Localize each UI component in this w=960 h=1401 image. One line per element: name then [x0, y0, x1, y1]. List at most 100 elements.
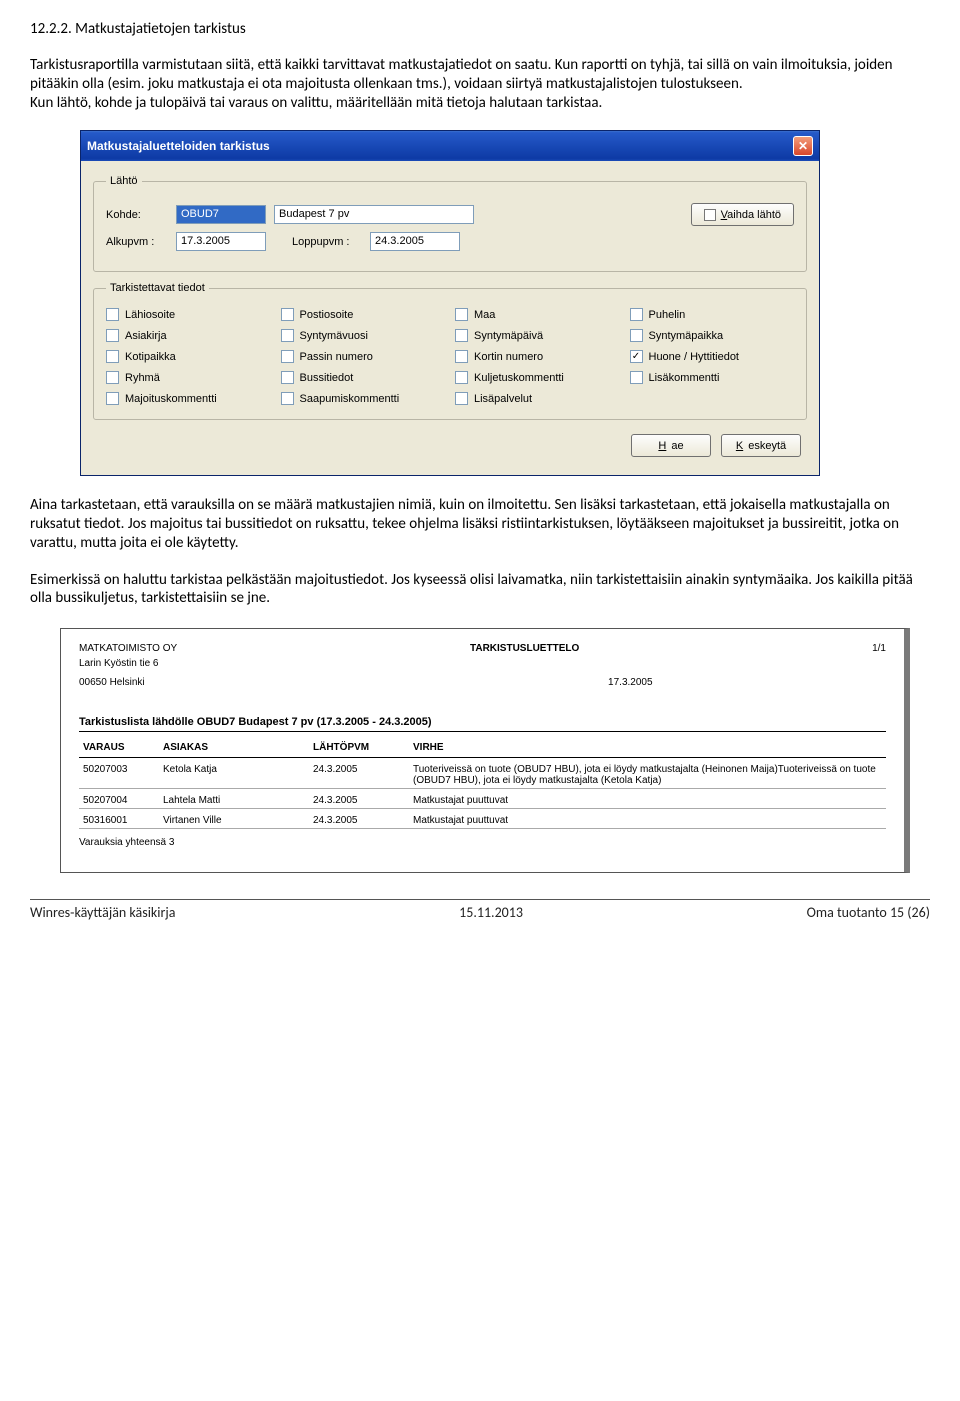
group-tarkistettavat: Tarkistettavat tiedot Lähiosoite Postioso… [93, 282, 807, 420]
group-lahto: Lähtö Kohde: OBUD7 Budapest 7 pv Vaihda … [93, 175, 807, 272]
checkbox-icon[interactable] [281, 371, 294, 384]
checkbox-syntym-vuosi[interactable]: Syntymävuosi [281, 329, 446, 342]
loppupvm-label: Loppupvm : [292, 236, 362, 248]
checkbox-bussitiedot[interactable]: Bussitiedot [281, 371, 446, 384]
checkbox-label: Asiakirja [125, 330, 167, 342]
checkbox-maa[interactable]: Maa [455, 308, 620, 321]
dialog-titlebar: Matkustajaluetteloiden tarkistus ✕ [81, 131, 819, 161]
report-panel: MATKATOIMISTO OY TARKISTUSLUETTELO 1/1 L… [60, 628, 910, 873]
checkbox-label: Syntymäpäivä [474, 330, 543, 342]
close-icon[interactable]: ✕ [793, 136, 813, 156]
report-footer-count: Varauksia yhteensä 3 [79, 837, 886, 848]
checkbox-label: Kortin numero [474, 351, 543, 363]
checkbox-icon[interactable] [455, 350, 468, 363]
alkupvm-label: Alkupvm : [106, 236, 168, 248]
checkbox-label: Ryhmä [125, 372, 160, 384]
report-company: MATKATOIMISTO OY [79, 643, 177, 654]
report-table: VARAUS ASIAKAS LÄHTÖPVM VIRHE 50207003Ke… [79, 736, 886, 829]
paragraph-3: Esimerkissä on haluttu tarkistaa pelkäst… [30, 571, 930, 609]
checkbox-lis-palvelut[interactable]: Lisäpalvelut [455, 392, 620, 405]
kohde-label: Kohde: [106, 209, 168, 221]
footer-center: 15.11.2013 [459, 904, 523, 921]
checkbox-icon[interactable] [106, 308, 119, 321]
checkbox-label: Saapumiskommentti [300, 393, 400, 405]
checkbox-label: Lisäkommentti [649, 372, 720, 384]
checkbox-kortin-numero[interactable]: Kortin numero [455, 350, 620, 363]
checkbox-icon[interactable] [455, 329, 468, 342]
checkbox-icon[interactable] [281, 308, 294, 321]
checkbox-icon[interactable] [106, 350, 119, 363]
checkbox-icon[interactable] [455, 308, 468, 321]
checkbox-icon[interactable] [106, 392, 119, 405]
checkbox-label: Syntymäpaikka [649, 330, 724, 342]
checkbox-label: Passin numero [300, 351, 373, 363]
col-lahtopvm: LÄHTÖPVM [309, 736, 409, 758]
checkbox-icon[interactable] [281, 329, 294, 342]
checkbox-label: Postiosoite [300, 309, 354, 321]
checkbox-passin-numero[interactable]: Passin numero [281, 350, 446, 363]
group-tarkistettavat-legend: Tarkistettavat tiedot [106, 282, 209, 294]
checkbox-huone-hyttitiedot[interactable]: ✓ Huone / Hyttitiedot [630, 350, 795, 363]
report-addr1: Larin Kyöstin tie 6 [79, 658, 886, 669]
paragraph-2: Aina tarkastetaan, että varauksilla on s… [30, 496, 930, 552]
page-footer: Winres-käyttäjän käsikirja 15.11.2013 Om… [30, 899, 930, 921]
kohde-name-input[interactable]: Budapest 7 pv [274, 205, 474, 224]
kohde-code-input[interactable]: OBUD7 [176, 205, 266, 224]
checkbox-icon[interactable] [630, 308, 643, 321]
checkbox-label: Puhelin [649, 309, 686, 321]
checkbox-label: Huone / Hyttitiedot [649, 351, 740, 363]
checkbox-icon[interactable] [106, 371, 119, 384]
checkbox-majoituskommentti[interactable]: Majoituskommentti [106, 392, 271, 405]
checkbox-icon[interactable] [281, 350, 294, 363]
col-varaus: VARAUS [79, 736, 159, 758]
checkbox-puhelin[interactable]: Puhelin [630, 308, 795, 321]
dialog-title: Matkustajaluetteloiden tarkistus [87, 139, 270, 153]
col-virhe: VIRHE [409, 736, 886, 758]
col-asiakas: ASIAKAS [159, 736, 309, 758]
vaihda-lahto-button[interactable]: Vaihda lähtö [691, 203, 794, 226]
checkbox-saapumiskommentti[interactable]: Saapumiskommentti [281, 392, 446, 405]
doc-icon [704, 209, 716, 221]
report-addr2: 00650 Helsinki [79, 677, 145, 688]
checkbox-label: Maa [474, 309, 495, 321]
checkbox-lis-kommentti[interactable]: Lisäkommentti [630, 371, 795, 384]
checkbox-icon[interactable] [281, 392, 294, 405]
checkbox-icon[interactable] [630, 371, 643, 384]
checkbox-icon[interactable] [106, 329, 119, 342]
checkbox-syntym-p-iv-[interactable]: Syntymäpäivä [455, 329, 620, 342]
checkbox-postiosoite[interactable]: Postiosoite [281, 308, 446, 321]
checkbox-label: Lähiosoite [125, 309, 175, 321]
section-heading: 12.2.2. Matkustajatietojen tarkistus [30, 20, 930, 38]
keskeyta-button[interactable]: Keskeytä [721, 434, 801, 457]
table-row: 50207003Ketola Katja24.3.2005Tuoteriveis… [79, 758, 886, 789]
checkbox-syntym-paikka[interactable]: Syntymäpaikka [630, 329, 795, 342]
table-row: 50316001Virtanen Ville24.3.2005Matkustaj… [79, 809, 886, 829]
checkbox-kotipaikka[interactable]: Kotipaikka [106, 350, 271, 363]
checkbox-l-hiosoite[interactable]: Lähiosoite [106, 308, 271, 321]
checkbox-icon[interactable] [455, 371, 468, 384]
group-lahto-legend: Lähtö [106, 175, 142, 187]
footer-left: Winres-käyttäjän käsikirja [30, 904, 175, 921]
checkbox-label: Kuljetuskommentti [474, 372, 564, 384]
checkbox-label: Bussitiedot [300, 372, 354, 384]
paragraph-intro: Tarkistusraportilla varmistutaan siitä, … [30, 56, 930, 112]
loppupvm-input[interactable]: 24.3.2005 [370, 232, 460, 251]
checkbox-kuljetuskommentti[interactable]: Kuljetuskommentti [455, 371, 620, 384]
report-date: 17.3.2005 [608, 677, 653, 688]
checkbox-icon[interactable] [455, 392, 468, 405]
passenger-check-dialog: Matkustajaluetteloiden tarkistus ✕ Lähtö… [80, 130, 820, 476]
checkbox-icon[interactable] [630, 329, 643, 342]
checkbox-label: Kotipaikka [125, 351, 176, 363]
footer-right: Oma tuotanto 15 (26) [807, 904, 930, 921]
checkbox-label: Lisäpalvelut [474, 393, 532, 405]
hae-button[interactable]: Hae [631, 434, 711, 457]
checkbox-label: Syntymävuosi [300, 330, 368, 342]
checkbox-icon[interactable]: ✓ [630, 350, 643, 363]
checkbox-asiakirja[interactable]: Asiakirja [106, 329, 271, 342]
checkbox-ryhm-[interactable]: Ryhmä [106, 371, 271, 384]
checkbox-label: Majoituskommentti [125, 393, 217, 405]
report-page: 1/1 [872, 643, 886, 654]
table-row: 50207004Lahtela Matti24.3.2005Matkustaja… [79, 789, 886, 809]
alkupvm-input[interactable]: 17.3.2005 [176, 232, 266, 251]
report-list-title: Tarkistuslista lähdölle OBUD7 Budapest 7… [79, 716, 886, 732]
